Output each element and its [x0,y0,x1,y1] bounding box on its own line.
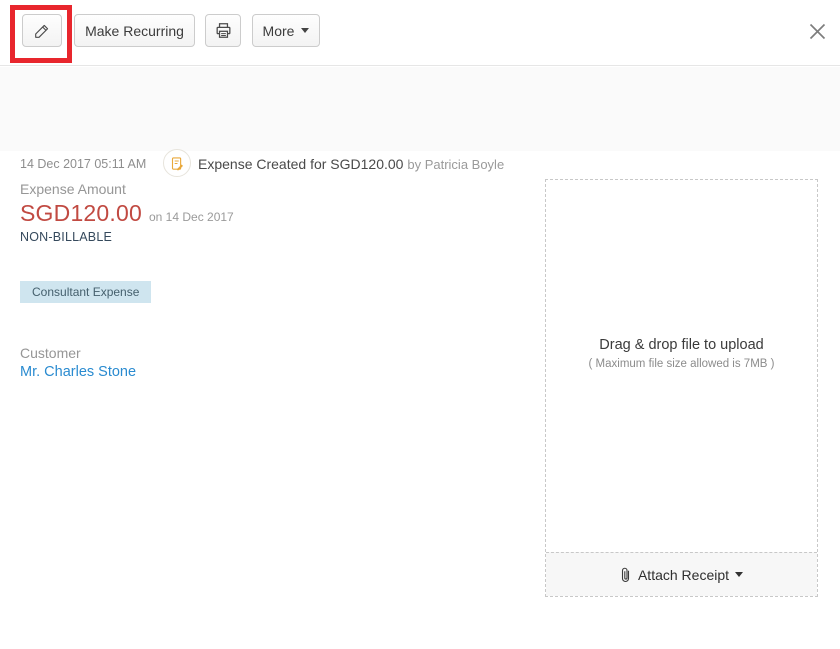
billable-status-label: NON-BILLABLE [20,230,112,244]
drop-zone-subtitle: ( Maximum file size allowed is 7MB ) [589,358,775,370]
expense-category-tag: Consultant Expense [20,281,151,303]
timeline-event-main: Expense Created for SGD120.00 [198,156,403,172]
pencil-icon [33,22,51,40]
chevron-down-icon [301,28,309,33]
timeline-event-text: Expense Created for SGD120.00 by Patrici… [198,156,504,172]
toolbar: Make Recurring More [0,0,840,66]
printer-icon [214,21,233,40]
attach-caret-down-icon [735,572,743,577]
close-icon[interactable] [808,22,826,40]
receipt-upload-panel: Drag & drop file to upload ( Maximum fil… [545,179,818,597]
more-label: More [263,23,295,39]
edit-button[interactable] [22,14,62,47]
attach-receipt-button[interactable]: Attach Receipt [546,552,817,596]
more-button[interactable]: More [252,14,320,47]
history-timeline-band: 14 Dec 2017 05:11 AM Expense Created for… [0,67,840,151]
attach-receipt-label: Attach Receipt [638,567,729,583]
expense-amount-value: SGD120.00 [20,200,142,227]
print-button[interactable] [205,14,241,47]
timeline-event-by: by Patricia Boyle [407,157,504,172]
make-recurring-label: Make Recurring [85,23,184,39]
expense-amount-row: SGD120.00 on 14 Dec 2017 [20,200,234,227]
customer-label: Customer [20,345,81,361]
make-recurring-button[interactable]: Make Recurring [74,14,195,47]
expense-amount-date: on 14 Dec 2017 [149,210,234,224]
file-drop-zone[interactable]: Drag & drop file to upload ( Maximum fil… [546,180,817,552]
drop-zone-title: Drag & drop file to upload [599,337,763,353]
expense-created-icon [163,149,191,177]
customer-name-link[interactable]: Mr. Charles Stone [20,364,136,380]
expense-amount-label: Expense Amount [20,181,126,197]
paperclip-icon [620,567,631,583]
timeline-timestamp: 14 Dec 2017 05:11 AM [20,157,146,171]
